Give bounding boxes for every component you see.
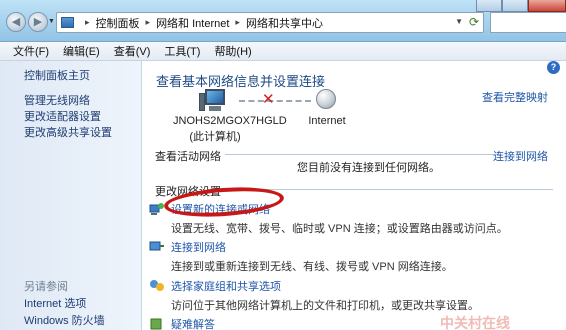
close-button[interactable] <box>528 0 566 12</box>
homegroup-icon <box>149 279 165 293</box>
menu-view[interactable]: 查看(V) <box>107 43 158 59</box>
main-content: ? 查看基本网络信息并设置连接 查看完整映射 ✕ JNOHS2MGOX7HGLD… <box>143 61 566 330</box>
minimize-button[interactable] <box>476 0 502 12</box>
sidebar-item-windows-firewall[interactable]: Windows 防火墙 <box>24 312 105 328</box>
homegroup-desc: 访问位于其他网络计算机上的文件和打印机，或更改共享设置。 <box>171 300 479 312</box>
back-arrow-icon[interactable]: ◀ <box>6 12 26 32</box>
internet-label: Internet <box>308 115 346 127</box>
watermark-logo: 中关村在线 <box>440 315 510 330</box>
sidebar-item-advanced-sharing[interactable]: 更改高级共享设置 <box>24 124 112 140</box>
task-troubleshoot: 疑难解答 <box>150 316 215 330</box>
forward-arrow-icon[interactable]: ▶ <box>28 12 48 32</box>
computer-icon <box>199 89 229 115</box>
menu-bar: 文件(F) 编辑(E) 查看(V) 工具(T) 帮助(H) <box>0 42 566 61</box>
window-titlebar: ◀ ▶ ▼ ▸ 控制面板 ▸ 网络和 Internet ▸ 网络和共享中心 ▼ … <box>0 0 566 42</box>
connect-to-network-link[interactable]: 连接到网络 <box>493 148 548 164</box>
refresh-icon[interactable]: ⟳ <box>469 15 479 29</box>
connect-network-desc: 连接到或重新连接到无线、有线、拨号或 VPN 网络连接。 <box>171 261 453 273</box>
breadcrumb-control-panel[interactable]: 控制面板 <box>96 15 140 31</box>
maximize-button[interactable] <box>502 0 528 12</box>
menu-tools[interactable]: 工具(T) <box>157 43 207 59</box>
chevron-right-icon: ▸ <box>85 17 90 27</box>
network-map: ✕ JNOHS2MGOX7HGLD (此计算机) Internet <box>143 85 566 145</box>
see-also-heading: 另请参阅 <box>24 281 68 293</box>
red-x-icon: ✕ <box>262 91 275 108</box>
chevron-right-icon: ▸ <box>145 17 151 27</box>
sidebar-item-manage-wireless[interactable]: 管理无线网络 <box>24 92 90 108</box>
globe-icon <box>316 89 336 109</box>
troubleshoot-link[interactable]: 疑难解答 <box>171 316 215 330</box>
breadcrumb-network-sharing-center[interactable]: 网络和共享中心 <box>246 15 323 31</box>
divider <box>225 154 499 155</box>
sidebar-item-control-panel-home[interactable]: 控制面板主页 <box>24 67 90 83</box>
menu-edit[interactable]: 编辑(E) <box>56 43 107 59</box>
connect-network-icon <box>149 240 165 254</box>
address-dropdown-icon[interactable]: ▼ <box>455 17 463 26</box>
computer-name: JNOHS2MGOX7HGLD <box>173 115 287 127</box>
computer-sublabel: (此计算机) <box>189 131 241 143</box>
navigation-pane: 控制面板主页 管理无线网络 更改适配器设置 更改高级共享设置 另请参阅 Inte… <box>0 61 142 330</box>
sidebar-item-internet-options[interactable]: Internet 选项 <box>24 295 86 311</box>
active-networks-heading: 查看活动网络 <box>155 151 221 163</box>
connect-network-link[interactable]: 连接到网络 <box>171 239 453 255</box>
homegroup-link[interactable]: 选择家庭组和共享选项 <box>171 278 479 294</box>
control-panel-icon <box>61 17 74 28</box>
recent-pages-dropdown-icon[interactable]: ▼ <box>48 18 55 25</box>
chevron-right-icon: ▸ <box>235 17 240 27</box>
sidebar-item-adapter-settings[interactable]: 更改适配器设置 <box>24 108 101 124</box>
task-connect-network: 连接到网络 连接到或重新连接到无线、有线、拨号或 VPN 网络连接。 <box>149 239 453 274</box>
connection-line <box>239 100 311 102</box>
breadcrumb-network-internet[interactable]: 网络和 Internet <box>156 15 229 31</box>
menu-help[interactable]: 帮助(H) <box>207 43 258 59</box>
no-connection-status: 您目前没有连接到任何网络。 <box>297 162 440 174</box>
menu-file[interactable]: 文件(F) <box>6 43 56 59</box>
address-bar[interactable]: ▸ 控制面板 ▸ 网络和 Internet ▸ 网络和共享中心 ▼ ⟳ <box>56 12 484 33</box>
setup-connection-desc: 设置无线、宽带、拨号、临时或 VPN 连接；或设置路由器或访问点。 <box>171 223 508 235</box>
troubleshoot-icon <box>149 317 165 330</box>
search-input[interactable] <box>490 12 566 33</box>
new-connection-icon <box>149 202 165 216</box>
help-icon[interactable]: ? <box>547 61 560 74</box>
task-homegroup: 选择家庭组和共享选项 访问位于其他网络计算机上的文件和打印机，或更改共享设置。 <box>150 278 479 313</box>
